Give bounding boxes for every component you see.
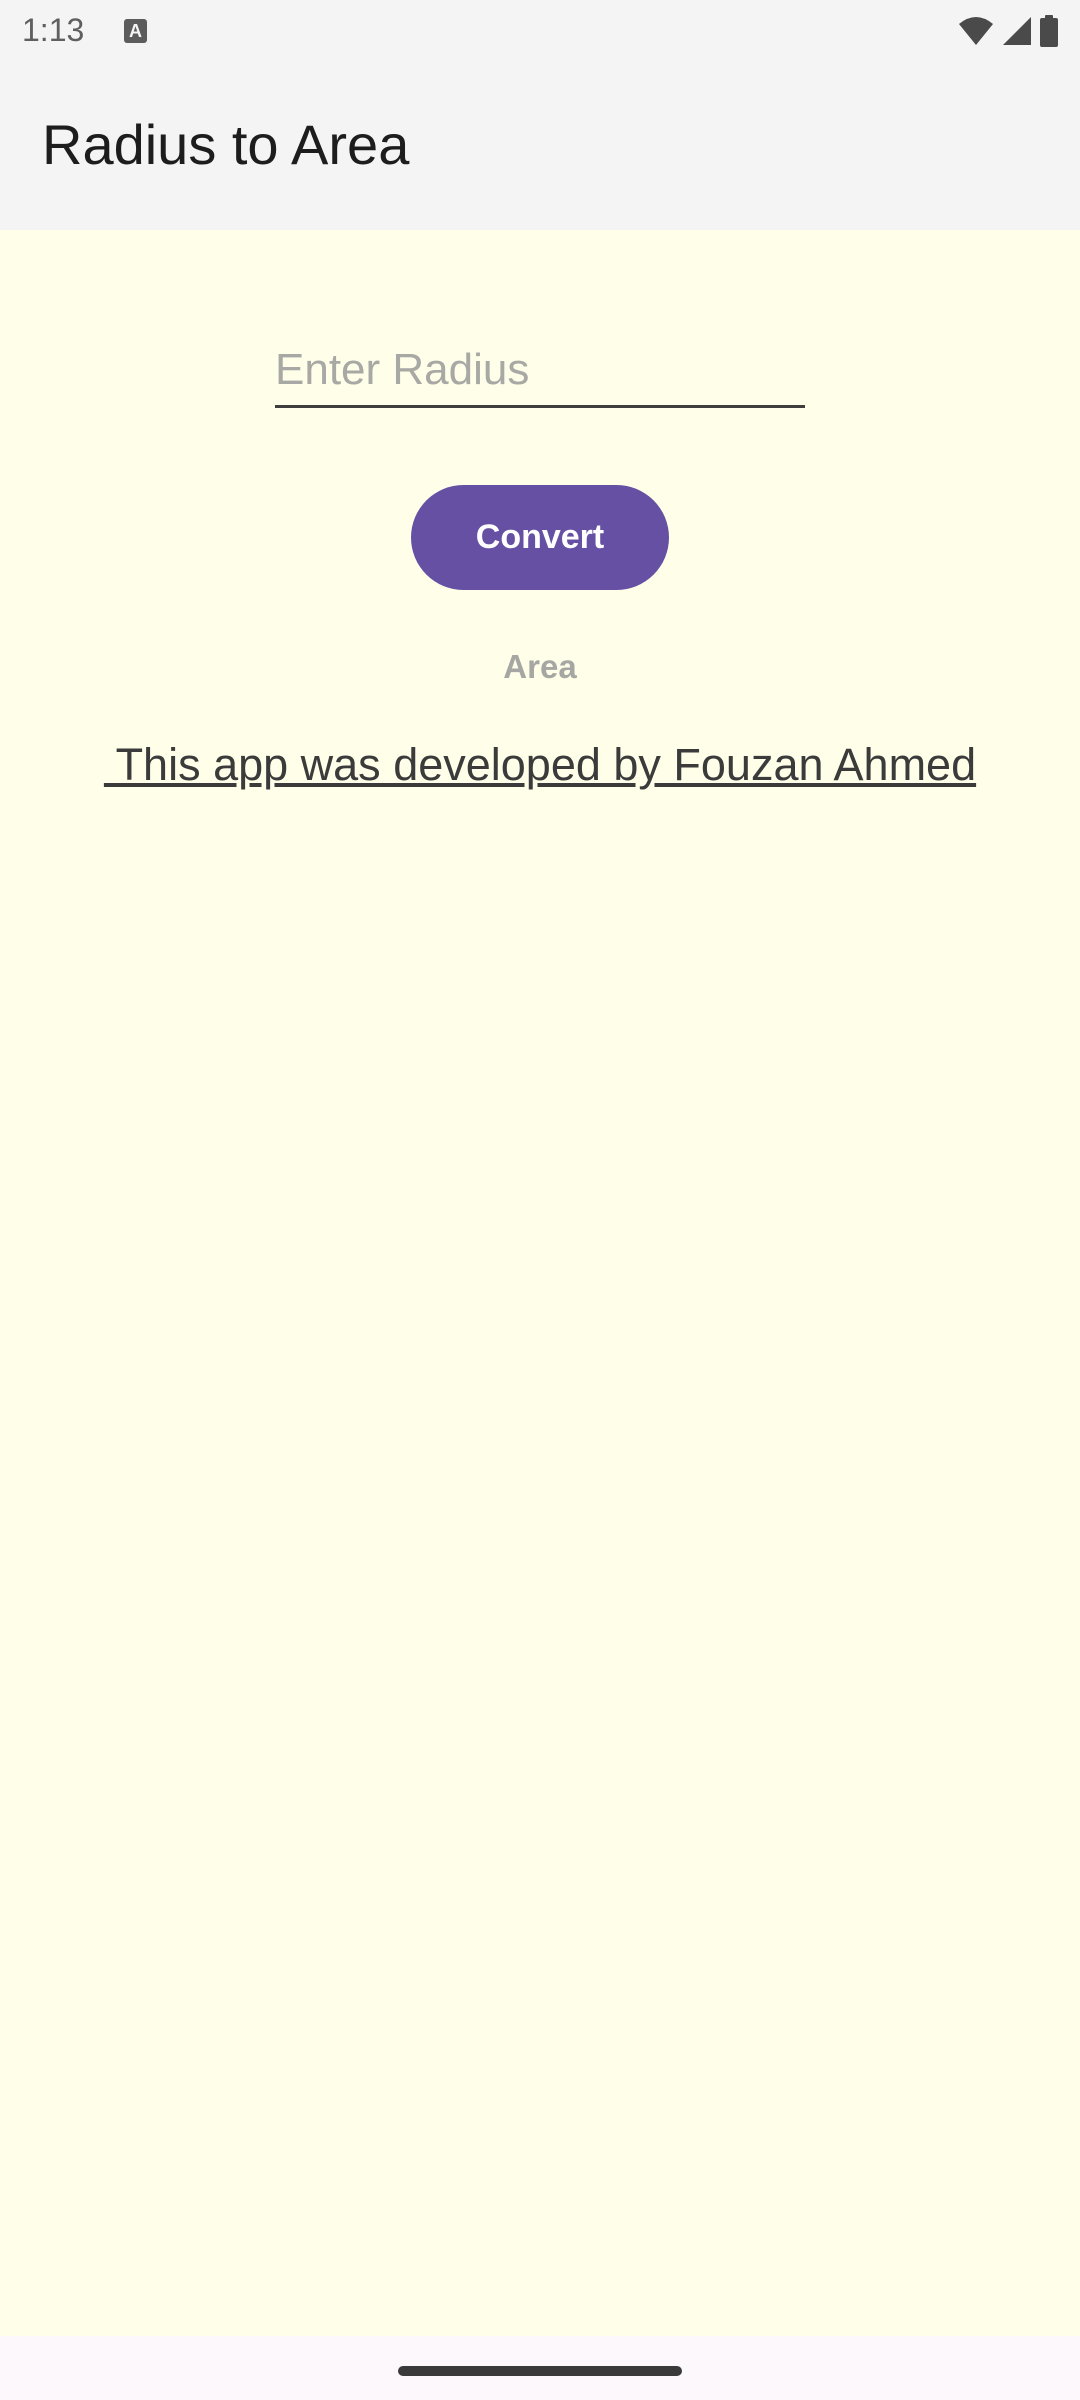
area-result-label: Area	[503, 648, 577, 685]
convert-button[interactable]: Convert	[411, 485, 669, 590]
app-bar: Radius to Area	[0, 62, 1080, 230]
status-bar: 1:13 A	[0, 0, 1080, 62]
cell-signal-icon	[1003, 17, 1031, 45]
navigation-bar	[0, 2336, 1080, 2400]
developer-credit: This app was developed by Fouzan Ahmed	[103, 739, 977, 790]
home-gesture-handle[interactable]	[398, 2366, 682, 2376]
status-time: 1:13	[22, 12, 85, 48]
text-a-icon: A	[124, 19, 147, 43]
main-content: Convert Area This app was developed by F…	[0, 230, 1080, 2336]
app-title: Radius to Area	[42, 113, 410, 176]
battery-icon	[1040, 15, 1058, 47]
wifi-icon	[959, 17, 993, 45]
radius-input[interactable]	[275, 334, 805, 408]
status-icons	[958, 14, 1058, 48]
